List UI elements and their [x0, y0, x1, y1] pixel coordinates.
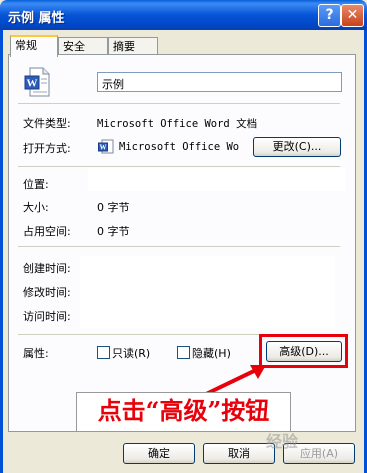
close-button[interactable]: ✕	[341, 4, 364, 27]
accessed-label: 访问时间:	[23, 310, 71, 323]
readonly-checkbox[interactable]	[97, 346, 110, 359]
readonly-label[interactable]: 只读(R)	[112, 345, 150, 361]
size-on-disk-label: 占用空间:	[23, 225, 71, 238]
size-value: 0 字节	[97, 201, 130, 214]
tab-panel	[8, 54, 356, 432]
modified-label: 修改时间:	[23, 286, 71, 299]
location-label: 位置:	[23, 178, 49, 191]
ok-button[interactable]: 确定	[123, 443, 195, 464]
divider	[18, 166, 340, 167]
tab-summary[interactable]: 摘要	[108, 37, 158, 55]
tab-general[interactable]: 常规	[10, 35, 58, 57]
change-button[interactable]: 更改(C)...	[253, 137, 341, 157]
size-on-disk-value: 0 字节	[97, 225, 130, 238]
file-type-label: 文件类型:	[23, 117, 71, 130]
tab-security[interactable]: 安全	[58, 37, 108, 55]
word-app-icon: W	[98, 139, 114, 154]
opens-with-value: Microsoft Office Wo	[119, 141, 240, 153]
opens-with-label: 打开方式:	[23, 142, 71, 155]
attributes-label: 属性:	[23, 347, 49, 360]
help-button[interactable]: ?	[318, 4, 341, 27]
file-type-value: Microsoft Office Word 文档	[97, 118, 258, 130]
file-name-input[interactable]: 示例	[97, 72, 342, 92]
watermark: 经验	[266, 432, 299, 451]
divider	[18, 246, 340, 247]
hidden-label[interactable]: 隐藏(H)	[192, 345, 231, 361]
location-value	[88, 168, 345, 191]
file-name-value: 示例	[102, 78, 124, 91]
size-label: 大小:	[23, 201, 49, 214]
annotation-callout: 点击“高级”按钮	[76, 392, 291, 432]
divider	[18, 103, 340, 104]
dates-value-area	[80, 256, 335, 328]
hidden-checkbox[interactable]	[177, 346, 190, 359]
created-label: 创建时间:	[23, 262, 71, 275]
svg-text:W: W	[27, 78, 38, 90]
svg-text:W: W	[100, 144, 107, 152]
word-document-icon: W	[24, 67, 52, 97]
cancel-button[interactable]: 取消	[203, 443, 275, 464]
window-title: 示例 属性	[8, 11, 65, 26]
advanced-button-highlight	[259, 334, 348, 368]
